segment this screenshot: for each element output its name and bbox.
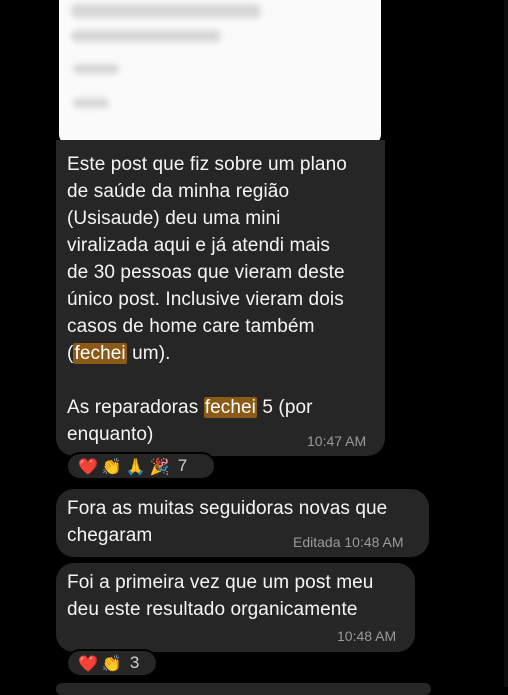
reaction-count: 7 [177,456,188,475]
message-timestamp: Editada 10:48 AM [293,534,404,550]
clapping-hands-icon: 👏 [101,456,122,476]
reaction-count: 3 [129,653,140,672]
message-bubble[interactable]: Este post que fiz sobre um plano de saúd… [56,140,385,456]
highlighted-word: fechei [203,397,257,418]
next-message-bubble-edge [56,683,431,695]
reactions-bar[interactable]: ❤️ 👏 🙏 🎉 7 [66,452,216,480]
message-text: Foi a primeira vez que um post meu deu e… [67,572,374,620]
message-timestamp: 10:47 AM [307,433,367,449]
heart-icon: ❤️ [78,456,98,476]
blurred-image-preview[interactable] [59,0,381,146]
party-popper-icon: 🎉 [149,456,170,476]
message-text: Este post que fiz sobre um plano de saúd… [67,154,347,445]
praying-hands-icon: 🙏 [125,456,146,476]
clapping-hands-icon: 👏 [101,653,122,673]
message-timestamp: 10:48 AM [337,628,397,644]
message-bubble[interactable]: Foi a primeira vez que um post meu deu e… [56,563,415,652]
highlighted-word: fechei [73,343,127,364]
heart-icon: ❤️ [78,653,98,673]
reactions-bar[interactable]: ❤️ 👏 3 [66,649,158,677]
message-bubble[interactable]: Fora as muitas seguidoras novas que cheg… [56,489,429,557]
scrollbar[interactable] [504,0,508,687]
